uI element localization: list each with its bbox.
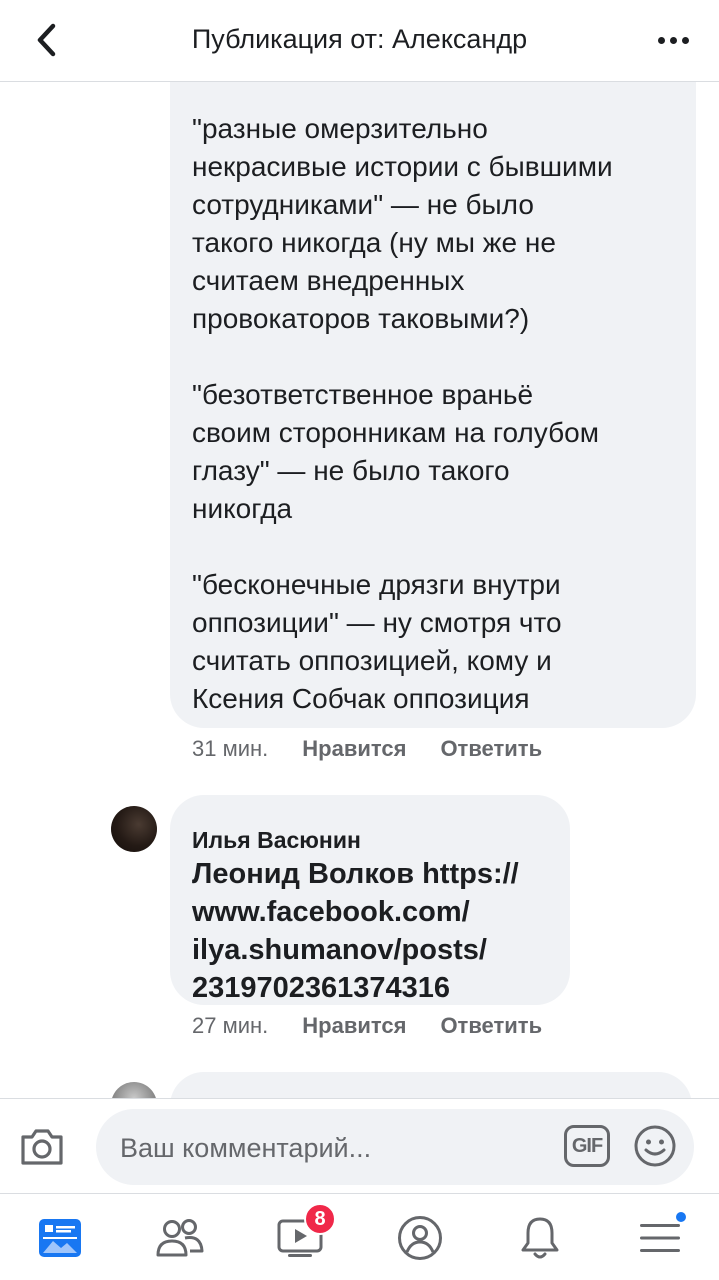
comment-time: 27 мин. bbox=[192, 1013, 269, 1038]
comment-paragraph: "разные омерзительно некрасивые истории … bbox=[192, 113, 613, 334]
comment-author[interactable]: Илья Васюнин bbox=[192, 827, 361, 854]
profile-icon bbox=[398, 1216, 442, 1260]
comment-paragraph: "бесконечные дрязги внутри оппозиции" — … bbox=[192, 569, 562, 714]
bottom-navigation: 8 bbox=[0, 1195, 719, 1280]
avatar[interactable] bbox=[111, 806, 157, 852]
comment-actions: 27 мин. Нравится Ответить bbox=[192, 1013, 542, 1039]
like-button[interactable]: Нравится bbox=[302, 1013, 406, 1039]
page-title: Публикация от: Александр bbox=[191, 24, 528, 54]
like-button[interactable]: Нравится bbox=[302, 736, 406, 762]
friends-icon bbox=[156, 1219, 204, 1257]
comments-feed[interactable]: "разные омерзительно некрасивые истории … bbox=[0, 82, 719, 1098]
comment-author-cut[interactable] bbox=[192, 1086, 312, 1098]
news-feed-icon bbox=[39, 1219, 81, 1257]
comment-actions: 31 мин. Нравится Ответить bbox=[192, 736, 542, 762]
comment-bubble: "разные омерзительно некрасивые истории … bbox=[170, 82, 696, 728]
more-icon bbox=[657, 36, 665, 44]
gif-button[interactable]: GIF bbox=[564, 1125, 610, 1167]
camera-icon bbox=[21, 1129, 63, 1165]
hamburger-menu-icon bbox=[640, 1224, 680, 1252]
avatar[interactable] bbox=[111, 1082, 157, 1098]
comment-input[interactable] bbox=[120, 1131, 540, 1165]
bell-icon bbox=[521, 1217, 559, 1259]
comment-paragraph: "безответственное враньё своим сторонник… bbox=[192, 379, 599, 524]
nav-notifications[interactable] bbox=[514, 1213, 566, 1263]
comment-text: "разные омерзительно некрасивые истории … bbox=[192, 110, 682, 718]
comment-composer: GIF bbox=[0, 1098, 719, 1194]
comment-time: 31 мин. bbox=[192, 736, 269, 761]
comment-bubble bbox=[170, 1072, 692, 1098]
reply-button[interactable]: Ответить bbox=[440, 1013, 542, 1039]
comment-input-container[interactable]: GIF bbox=[96, 1109, 694, 1185]
emoji-button[interactable] bbox=[632, 1123, 678, 1169]
comment-bubble: Илья Васюнин Леонид Волков https:// www.… bbox=[170, 795, 570, 1005]
more-icon-dot bbox=[669, 36, 677, 44]
watch-notification-badge: 8 bbox=[304, 1203, 336, 1235]
reply-button[interactable]: Ответить bbox=[440, 736, 542, 762]
nav-profile[interactable] bbox=[394, 1213, 446, 1263]
smiley-icon bbox=[634, 1125, 676, 1167]
more-icon-dot bbox=[681, 36, 689, 44]
menu-notification-dot bbox=[674, 1210, 688, 1224]
nav-news-feed[interactable] bbox=[34, 1213, 86, 1263]
camera-button[interactable] bbox=[18, 1123, 66, 1171]
top-bar: Публикация от: Александр bbox=[0, 0, 719, 82]
more-options-button[interactable] bbox=[651, 20, 695, 60]
comment-text[interactable]: Леонид Волков https:// www.facebook.com/… bbox=[192, 855, 562, 1007]
nav-friends[interactable] bbox=[154, 1213, 206, 1263]
